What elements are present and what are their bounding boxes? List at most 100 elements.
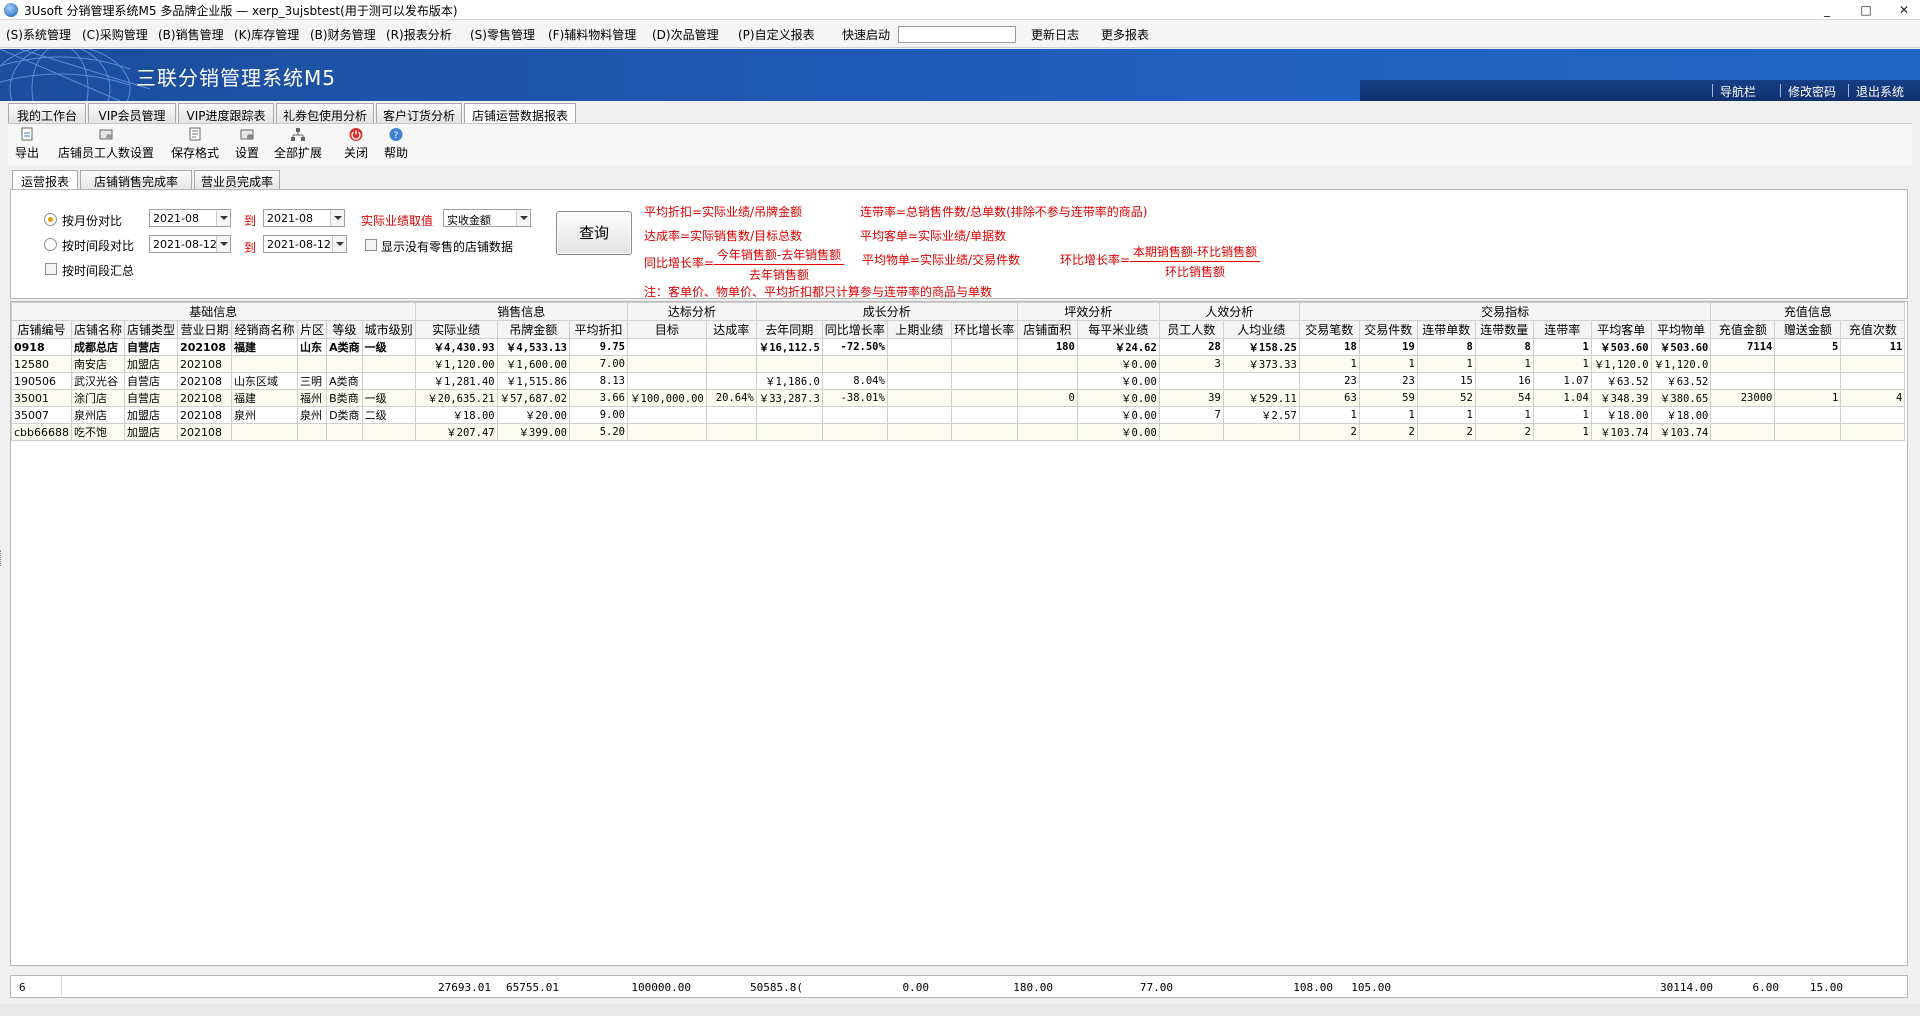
by-month-radio[interactable] [44, 213, 57, 226]
column-header[interactable]: 平均客单 [1590, 320, 1652, 339]
menu-custom-report[interactable]: (P)自定义报表 [738, 26, 815, 43]
column-header[interactable]: 环比增长率 [950, 320, 1018, 339]
tab-vip-progress[interactable]: VIP进度跟踪表 [178, 103, 274, 123]
menu-defects[interactable]: (D)次品管理 [652, 26, 719, 43]
column-header[interactable]: 连带数量 [1474, 320, 1534, 339]
table-cell: ￥18.00 [1590, 406, 1652, 424]
table-row[interactable]: 0918 成都总店 自营店 202108 福建 山东 A类商 一级 ￥4,430.93 ￥4,53… [11, 338, 1906, 356]
month-from-combo[interactable]: 2021-08 [149, 209, 231, 227]
close-button[interactable]: 关闭 [342, 126, 370, 164]
table-row[interactable]: 35007 泉州店 加盟店 202108 泉州 泉州 D类商 二级 ￥18.00 ￥20.00 9.… [11, 406, 1906, 424]
tab-workbench[interactable]: 我的工作台 [8, 103, 86, 123]
menu-retail[interactable]: (S)零售管理 [470, 26, 535, 43]
menu-materials[interactable]: (F)辅料物料管理 [548, 26, 636, 43]
tab-coupon-usage[interactable]: 礼券包使用分析 [276, 103, 374, 123]
column-header[interactable]: 上期业绩 [886, 320, 952, 339]
column-header[interactable]: 店铺面积 [1016, 320, 1078, 339]
column-header[interactable]: 营业日期 [177, 320, 233, 339]
table-row[interactable]: 190506 武汉光谷 自营店 202108 山东区域 三明 A类商 ￥1,281.40 ￥1,… [11, 372, 1906, 390]
column-header[interactable]: 赠送金额 [1774, 320, 1842, 339]
show-no-sales-checkbox[interactable] [365, 239, 377, 251]
period-sum-checkbox[interactable] [45, 263, 57, 275]
window-title: 3Usoft 分销管理系统M5 多品牌企业版 — xerp_3ujsbtest(… [24, 4, 458, 18]
table-cell [231, 355, 299, 373]
column-header[interactable]: 交易笔数 [1298, 320, 1360, 339]
column-header[interactable]: 经销商名称 [231, 320, 299, 339]
expand-all-label: 全部扩展 [273, 146, 322, 160]
column-header[interactable]: 店铺名称 [71, 320, 126, 339]
menu-more-reports[interactable]: 更多报表 [1101, 26, 1149, 43]
column-header[interactable]: 去年同期 [755, 320, 823, 339]
menu-sales[interactable]: (B)销售管理 [158, 26, 224, 43]
date-from-combo[interactable]: 2021-08-12 [149, 235, 231, 253]
table-row[interactable]: 12580 南安店 加盟店 202108 ￥1,120.00 ￥1,600.00 7.00 ￥… [11, 355, 1906, 373]
splitter-grip[interactable] [0, 550, 3, 566]
change-password-link[interactable]: 修改密码 [1788, 83, 1836, 100]
date-to-combo[interactable]: 2021-08-12 [263, 235, 347, 253]
table-cell: 吃不饱 [71, 423, 126, 441]
formula-yoy-denominator: 去年销售额 [748, 268, 809, 282]
column-header[interactable]: 等级 [326, 320, 363, 339]
save-format-button[interactable]: 保存格式 [168, 126, 222, 164]
quick-launch-input[interactable] [898, 26, 1016, 43]
settings-button[interactable]: 设置 [232, 126, 262, 164]
column-header[interactable]: 目标 [627, 320, 707, 339]
menu-system[interactable]: (S)系统管理 [6, 26, 71, 43]
menu-update-log[interactable]: 更新日志 [1031, 26, 1079, 43]
report-table: 基础信息 销售信息 达标分析 成长分析 坪效分析 人效分析 交易指标 充值信息 … [11, 302, 1906, 441]
tab-customer-order[interactable]: 客户订货分析 [376, 103, 462, 123]
close-window-button[interactable]: ✕ [1890, 1, 1918, 19]
column-header[interactable]: 员工人数 [1158, 320, 1224, 339]
column-header[interactable]: 充值金额 [1710, 320, 1776, 339]
column-header[interactable]: 交易件数 [1358, 320, 1418, 339]
title-bar: 3Usoft 分销管理系统M5 多品牌企业版 — xerp_3ujsbtest(… [0, 0, 1920, 20]
table-cell: ￥63.52 [1590, 372, 1652, 390]
actual-value-combo[interactable]: 实收金额 [443, 209, 531, 227]
table-cell: 9.75 [569, 338, 628, 356]
table-cell: 202108 [177, 423, 233, 441]
nav-bar-link[interactable]: 导航栏 [1720, 83, 1756, 100]
table-cell: 1 [1298, 355, 1360, 373]
table-cell [1710, 372, 1776, 390]
maximize-button[interactable]: □ [1852, 1, 1880, 19]
column-header[interactable]: 片区 [297, 320, 328, 339]
column-header[interactable]: 平均折扣 [569, 320, 628, 339]
tab-vip-members[interactable]: VIP会员管理 [88, 103, 176, 123]
export-button[interactable]: 导出 [14, 126, 40, 164]
save-format-icon [189, 127, 201, 141]
by-period-radio[interactable] [44, 238, 57, 251]
menu-inventory[interactable]: (K)库存管理 [234, 26, 299, 43]
column-header[interactable]: 人均业绩 [1222, 320, 1300, 339]
column-header[interactable]: 店铺编号 [11, 320, 73, 339]
column-header[interactable]: 吊牌金额 [496, 320, 571, 339]
column-header[interactable]: 平均物单 [1650, 320, 1712, 339]
table-cell: ￥1,600.00 [496, 355, 571, 373]
tab-store-operations[interactable]: 店铺运营数据报表 [464, 103, 576, 124]
column-header[interactable]: 同比增长率 [821, 320, 888, 339]
staff-count-settings-button[interactable]: 店铺员工人数设置 [56, 126, 156, 164]
column-header[interactable]: 达成率 [705, 320, 757, 339]
column-header[interactable]: 城市级别 [361, 320, 416, 339]
menu-purchase[interactable]: (C)采购管理 [82, 26, 148, 43]
tab-store-sales-completion[interactable]: 店铺销售完成率 [80, 170, 192, 189]
date-to-value: 2021-08-12 [267, 238, 331, 251]
menu-reports[interactable]: (R)报表分析 [386, 26, 452, 43]
query-button[interactable]: 查询 [556, 211, 632, 255]
column-header[interactable]: 实际业绩 [414, 320, 498, 339]
help-button[interactable]: ? 帮助 [382, 126, 410, 164]
tab-salesperson-completion[interactable]: 营业员完成率 [194, 170, 280, 189]
column-header[interactable]: 每平米业绩 [1076, 320, 1160, 339]
tab-operations-report[interactable]: 运营报表 [12, 170, 78, 190]
column-header[interactable]: 店铺类型 [124, 320, 179, 339]
minimize-button[interactable]: _ [1813, 1, 1841, 19]
expand-all-button[interactable]: 全部扩展 [272, 126, 324, 164]
column-header[interactable]: 连带率 [1532, 320, 1592, 339]
column-header[interactable]: 充值次数 [1840, 320, 1906, 339]
table-row[interactable]: 35001 涂门店 自营店 202108 福建 福州 B类商 一级 ￥20,635.21 ￥57,… [11, 389, 1906, 407]
month-to-combo[interactable]: 2021-08 [263, 209, 345, 227]
column-header[interactable]: 连带单数 [1416, 320, 1476, 339]
table-row[interactable]: cbb66688 吃不饱 加盟店 202108 ￥207.47 ￥399.00 5.20 ￥0… [11, 423, 1906, 441]
table-cell: 7114 [1710, 338, 1776, 356]
logout-link[interactable]: 退出系统 [1856, 83, 1904, 100]
menu-finance[interactable]: (B)财务管理 [310, 26, 376, 43]
